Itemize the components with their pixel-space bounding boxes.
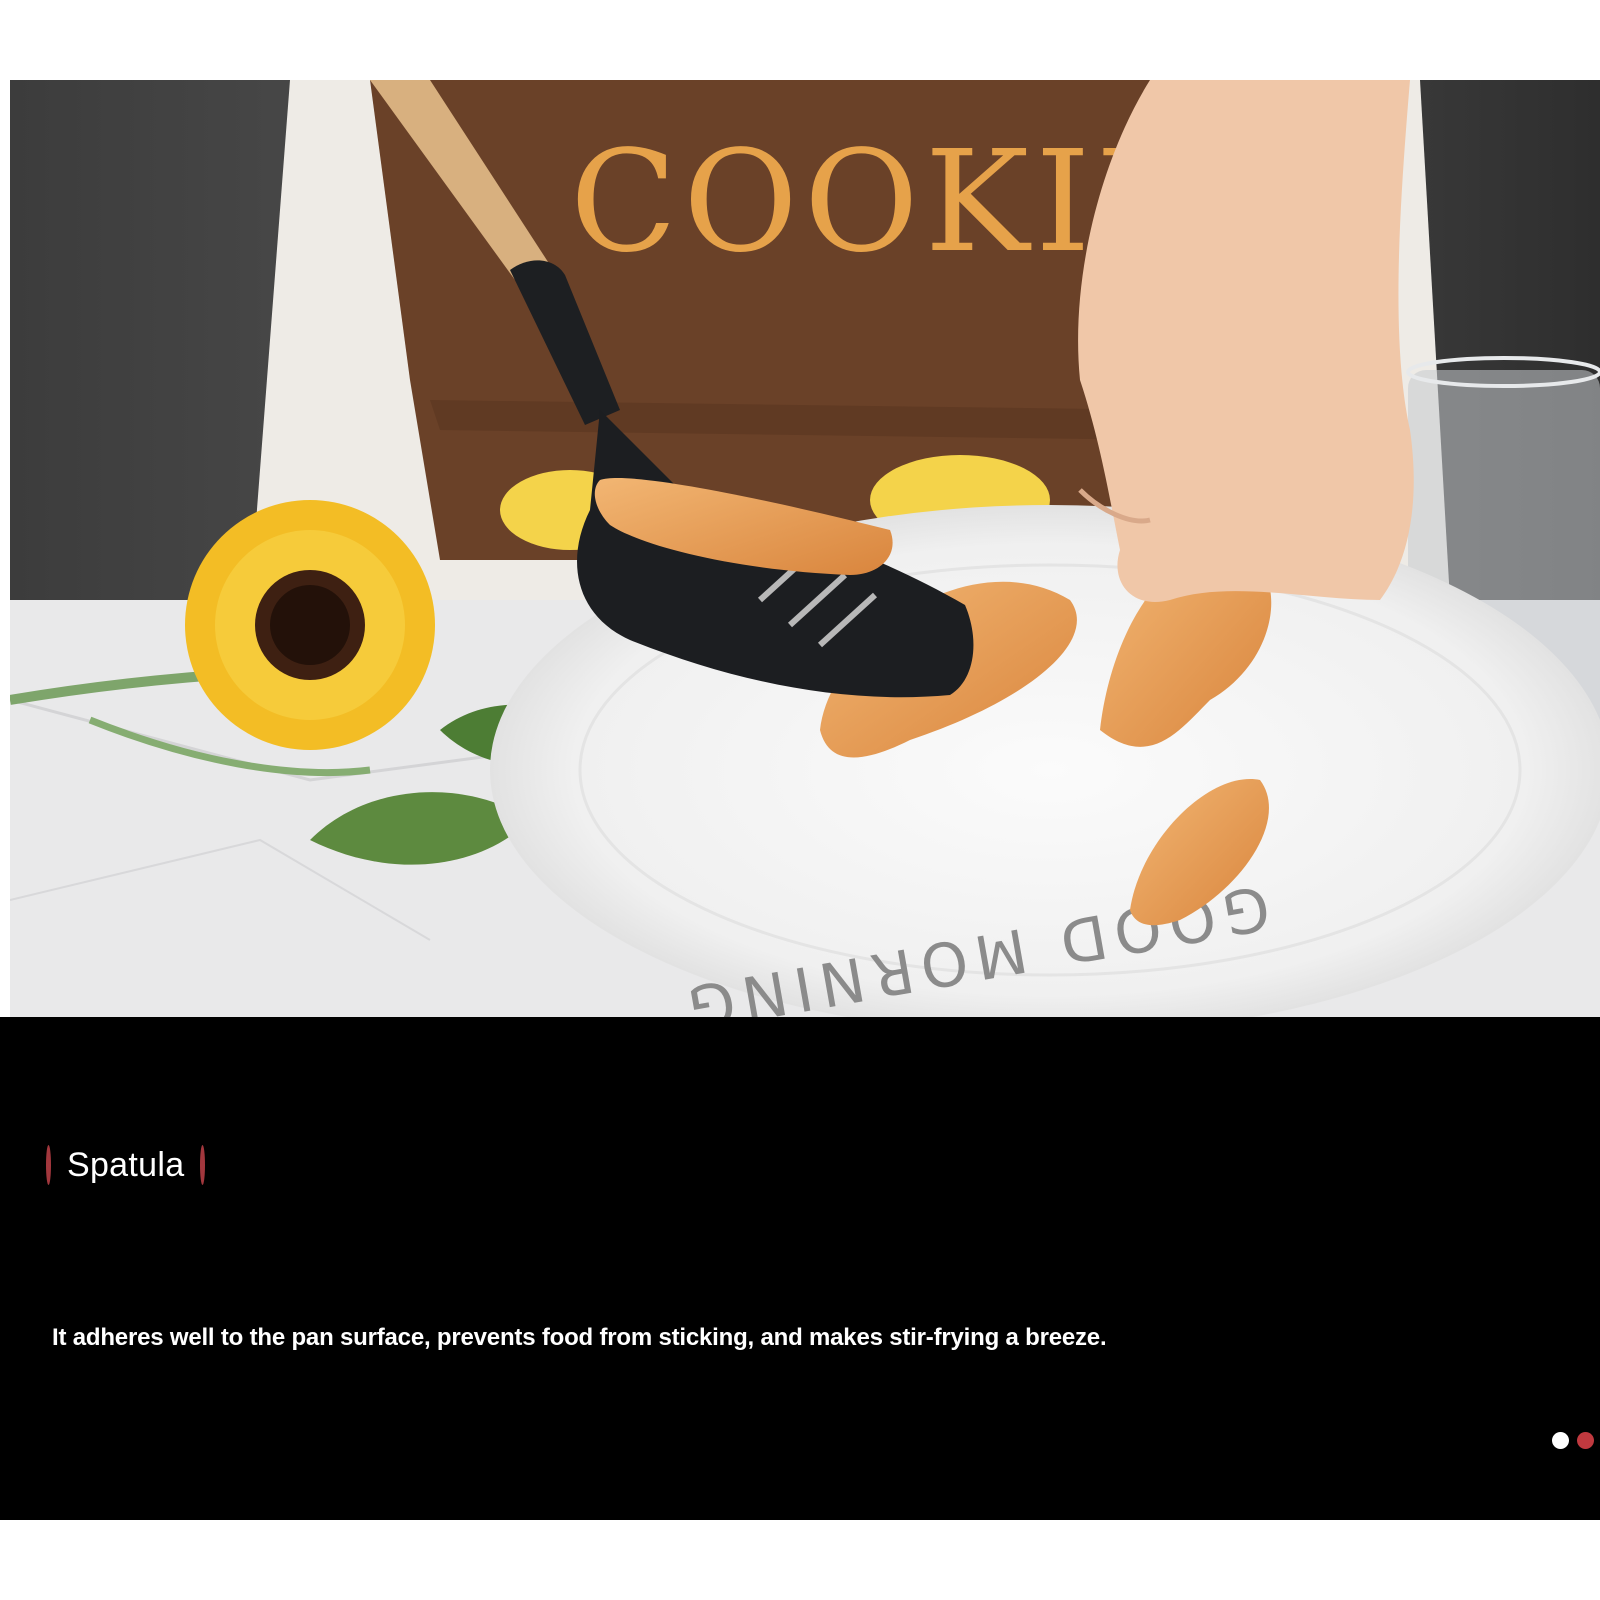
product-title: Spatula xyxy=(46,1143,206,1187)
carousel-dot-2[interactable] xyxy=(1577,1432,1594,1449)
sunflower xyxy=(185,500,435,750)
title-right-bracket xyxy=(200,1145,206,1185)
title-left-bracket xyxy=(46,1145,51,1185)
hand xyxy=(1078,80,1414,602)
product-photo-illustration: COOKING GOOD MORNING xyxy=(10,80,1600,1017)
carousel-dot-1[interactable] xyxy=(1552,1432,1569,1449)
carousel-dots xyxy=(1552,1432,1594,1449)
product-description: It adheres well to the pan surface, prev… xyxy=(52,1324,1107,1351)
product-photo: COOKING GOOD MORNING xyxy=(10,80,1600,1017)
title-text: Spatula xyxy=(67,1145,185,1184)
caption-panel xyxy=(0,1017,1600,1520)
